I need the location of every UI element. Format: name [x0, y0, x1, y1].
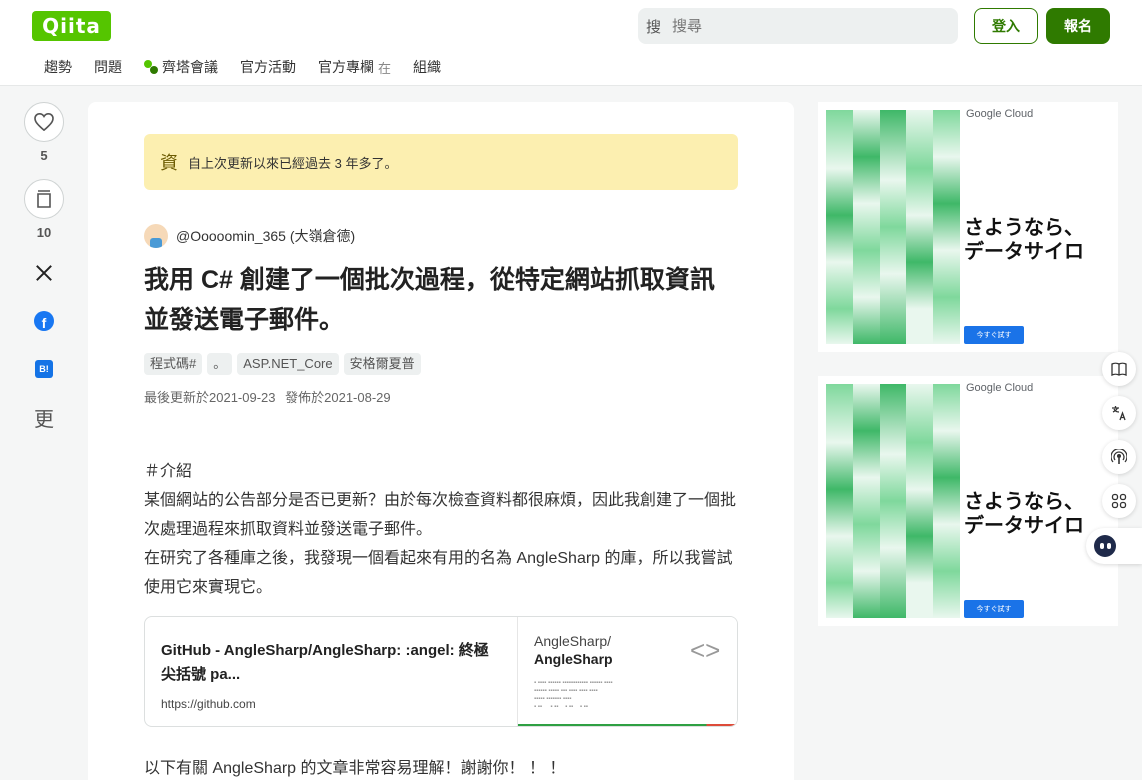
floating-tools — [1086, 352, 1142, 574]
article-body: ＃介紹 某個網站的公告部分是否已更新？由於每次檢查資料都很麻煩，因此我創建了一個… — [144, 457, 738, 602]
published-date: 發佈於2021-08-29 — [285, 390, 391, 405]
qiita-logo[interactable]: Qiita — [32, 11, 111, 41]
search-box[interactable]: 搜 — [638, 8, 958, 44]
podcast-icon — [1111, 449, 1127, 464]
paragraph: 某個網站的公告部分是否已更新？由於每次檢查資料都很麻煩，因此我創建了一個批次處理… — [144, 492, 737, 538]
stock-count: 10 — [36, 225, 52, 240]
link-card[interactable]: GitHub - AngleSharp/AngleSharp: :angel: … — [144, 616, 738, 727]
like-button[interactable] — [24, 102, 64, 142]
ad-banner[interactable]: Google Cloud さようなら、 データサイロ 今すぐ試す — [818, 376, 1118, 626]
nav-official-events[interactable]: 官方活動 — [240, 57, 296, 77]
facebook-icon: f — [34, 311, 54, 331]
ad-banner[interactable]: Google Cloud さようなら、 データサイロ 今すぐ試す — [818, 102, 1118, 352]
author-link[interactable]: @Ooooomin_365 (大嶺倉德) — [144, 224, 355, 248]
more-button[interactable]: 更 — [24, 402, 64, 432]
article-card: 資 自上次更新以來已經過去 3 年多了。 @Ooooomin_365 (大嶺倉德… — [88, 102, 794, 780]
info-icon: 資 — [160, 153, 178, 173]
reader-mode-button[interactable] — [1102, 352, 1136, 386]
nav-official-columns[interactable]: 官方專欄 在 — [318, 57, 391, 77]
link-card-info: GitHub - AngleSharp/AngleSharp: :angel: … — [161, 639, 501, 711]
tag[interactable]: 程式碼# — [144, 353, 203, 375]
search-input[interactable] — [672, 17, 942, 35]
nav-columns-label: 官方專欄 — [318, 59, 374, 75]
repo-name: AngleSharp — [534, 651, 613, 667]
main-nav: 趨勢 問題 齊塔會議 官方活動 官方專欄 在 組織 — [32, 56, 463, 78]
notice-text: 自上次更新以來已經過去 3 年多了。 — [188, 155, 398, 171]
hatena-bookmark-icon: B! — [35, 360, 53, 378]
author-name: @Ooooomin_365 (大嶺倉德) — [176, 228, 356, 244]
assistant-button[interactable] — [1086, 528, 1142, 564]
like-count: 5 — [40, 148, 48, 163]
bot-icon — [1094, 535, 1116, 557]
updated-date: 最後更新於2021-09-23 — [144, 390, 276, 405]
share-hatena-button[interactable]: B! — [24, 354, 64, 384]
anglesharp-logo-icon: <> — [690, 635, 721, 665]
translate-icon — [1112, 406, 1126, 421]
paragraph: 以下有關 AngleSharp 的文章非常容易理解！謝謝你！ ！ ！ — [144, 760, 566, 777]
outdated-notice: 資 自上次更新以來已經過去 3 年多了。 — [144, 134, 738, 190]
nav-conference-label: 齊塔會議 — [162, 59, 218, 75]
article-dates: 最後更新於2021-09-23 發佈於2021-08-29 — [144, 387, 397, 406]
translate-button[interactable] — [1102, 396, 1136, 430]
ad-cta-button[interactable]: 今すぐ試す — [964, 600, 1024, 618]
ad-graphic — [826, 384, 960, 618]
ad-graphic — [826, 110, 960, 344]
search-icon: 搜 — [646, 18, 662, 36]
language-bar — [518, 724, 737, 726]
tag[interactable]: ASP.NET_Core — [237, 353, 339, 375]
share-x-button[interactable] — [24, 258, 64, 288]
conference-icon — [144, 60, 158, 74]
ad-headline: さようなら、 データサイロ — [964, 491, 1084, 537]
link-card-title: GitHub - AngleSharp/AngleSharp: :angel: … — [161, 642, 489, 683]
nav-trend[interactable]: 趨勢 — [44, 57, 72, 77]
book-icon — [1111, 362, 1127, 376]
link-card-url: https://github.com — [161, 697, 256, 711]
link-card-thumbnail: AngleSharp/ AngleSharp <> ▪ ▪▪▪▪ ▪▪▪▪▪▪ … — [517, 617, 737, 726]
ad-brand: Google Cloud — [966, 382, 1034, 394]
social-rail: 5 10 f B! 更 — [24, 102, 64, 432]
avatar — [144, 224, 168, 248]
heart-icon — [34, 113, 54, 131]
audio-button[interactable] — [1102, 440, 1136, 474]
tag-list: 程式碼# 。 ASP.NET_Core 安格爾夏普 — [144, 353, 426, 375]
repo-description: ▪ ▪▪▪▪ ▪▪▪▪▪▪ ▪▪▪▪▪▪▪▪▪▪▪▪ ▪▪▪▪▪▪ ▪▪▪▪ ▪▪… — [534, 680, 613, 710]
x-logo-icon — [36, 265, 52, 281]
external-link-icon: 在 — [378, 60, 392, 76]
article-title: 我用 C# 創建了一個批次過程，從特定網站抓取資訊並發送電子郵件。 — [144, 266, 715, 334]
login-button[interactable]: 登入 — [974, 8, 1038, 44]
tag[interactable]: 安格爾夏普 — [343, 353, 421, 375]
grid-icon — [1111, 493, 1127, 509]
repo-owner: AngleSharp/ — [534, 633, 612, 649]
tag[interactable]: 。 — [207, 353, 233, 375]
nav-organizations[interactable]: 組織 — [413, 57, 441, 77]
share-facebook-button[interactable]: f — [24, 306, 64, 336]
section-heading: ＃介紹 — [144, 463, 193, 480]
ad-brand: Google Cloud — [966, 108, 1034, 120]
paragraph: 在研究了各種庫之後，我發現一個看起來有用的名為 AngleSharp 的庫，所以… — [144, 550, 733, 596]
stock-button[interactable] — [24, 179, 64, 219]
ad-cta-button[interactable]: 今すぐ試す — [964, 326, 1024, 344]
signup-button[interactable]: 報名 — [1046, 8, 1110, 44]
ad-headline: さようなら、 データサイロ — [964, 217, 1084, 263]
nav-qiita-conference[interactable]: 齊塔會議 — [144, 57, 218, 77]
apps-button[interactable] — [1102, 484, 1136, 518]
nav-questions[interactable]: 問題 — [94, 57, 122, 77]
bookmark-icon — [37, 190, 51, 208]
site-header: Qiita 搜 登入 報名 趨勢 問題 齊塔會議 官方活動 官方專欄 在 組織 — [0, 0, 1142, 86]
